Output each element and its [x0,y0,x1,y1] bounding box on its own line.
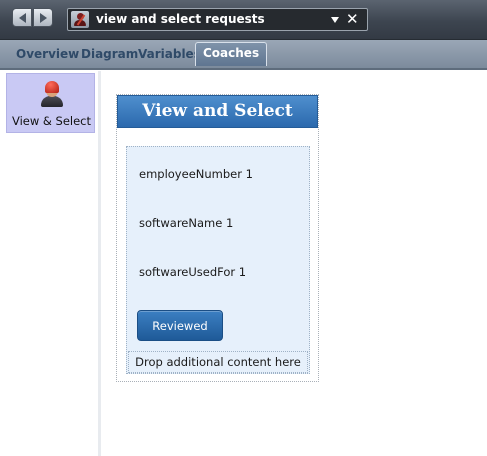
tab-coaches[interactable]: Coaches [195,42,268,66]
coach-section[interactable]: employeeNumber 1 softwareName 1 software… [126,146,310,374]
tab-variables[interactable]: Variables [138,45,201,64]
coach-title[interactable]: View and Select [117,95,318,128]
software-name-field[interactable]: softwareName 1 [139,216,233,230]
editor-tabs: Overview Diagram Variables Coaches [0,40,487,70]
process-selector[interactable]: view and select requests ✕ [67,8,368,31]
tab-diagram[interactable]: Diagram [81,45,138,64]
arrow-right-icon [39,12,47,23]
palette-item-label: View & Select [11,114,92,128]
reviewed-button[interactable]: Reviewed [137,310,223,341]
palette-item-view-select[interactable]: View & Select [6,73,95,133]
coach-canvas[interactable]: View and Select employeeNumber 1 softwar… [116,94,319,382]
top-toolbar: view and select requests ✕ [0,0,487,40]
close-icon[interactable]: ✕ [346,10,359,28]
forward-button[interactable] [33,8,53,27]
back-button[interactable] [12,8,32,27]
user-coach-icon [40,81,64,107]
chevron-down-icon[interactable] [331,17,339,23]
arrow-left-icon [18,12,26,23]
drop-zone[interactable]: Drop additional content here [128,351,308,373]
coach-palette: View & Select [0,71,101,456]
tab-overview[interactable]: Overview [16,45,79,64]
process-title: view and select requests [96,12,265,26]
employee-number-field[interactable]: employeeNumber 1 [139,167,253,181]
human-service-icon [71,11,89,28]
software-used-for-field[interactable]: softwareUsedFor 1 [139,265,246,279]
